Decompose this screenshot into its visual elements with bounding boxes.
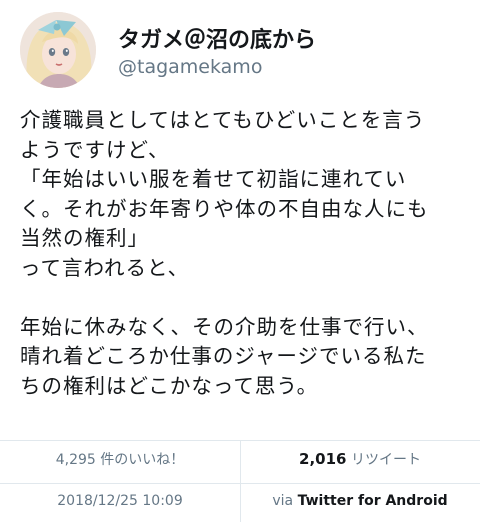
source-app: Twitter for Android [297,493,448,509]
retweets-label: リツイート [350,452,421,468]
tweet-source[interactable]: via Twitter for Android [240,493,480,509]
tweet-card: タガメ＠沼の底から @tagamekamo 介護職員としてはとてもひどいことを言… [0,0,480,522]
tweet-line: 晴れ着どころか仕事のジャージでいる私た [20,344,427,368]
tweet-line: ちの権利はどこかなって思う。 [20,373,319,398]
likes-count[interactable]: 4,295 件のいいね！ [0,449,240,469]
display-name[interactable]: タガメ＠沼の底から [118,22,316,54]
tweet-timestamp[interactable]: 2018/12/25 10:09 [0,493,240,509]
avatar[interactable] [20,12,96,88]
doll-avatar-icon [20,12,96,88]
tweet-line: 介護職員としてはとてもひどいことを言う [20,108,426,132]
tweet-line: 「年始はいい服を着せて初詣に連れてい [20,167,407,191]
retweets-number: 2,016 [299,450,347,468]
tweet-text: 介護職員としてはとてもひどいことを言う ようですけど、 「年始はいい服を着せて初… [20,106,472,401]
tweet-line: く。それがお年寄りや体の不自由な人にも [20,196,429,221]
tweet-line: 年始に休みなく、その介助を仕事で行い、 [20,314,429,339]
via-label: via [272,493,294,509]
retweets-count[interactable]: 2,016 リツイート [240,449,480,469]
tweet-line: ようですけど、 [20,137,170,162]
tweet-line: って言われると、 [20,255,190,280]
screen-name[interactable]: @tagamekamo [118,56,262,78]
tweet-line: 当然の権利」 [20,226,149,250]
